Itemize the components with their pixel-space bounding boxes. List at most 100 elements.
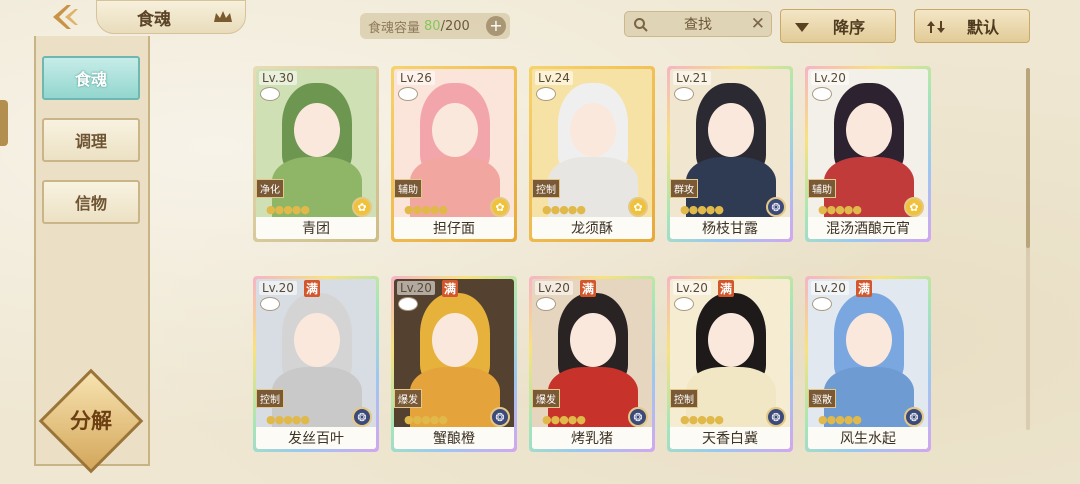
sort-mode-button[interactable]: 默认 [914,9,1030,43]
sort-arrows-icon [927,21,945,33]
sun-element-icon: ✿ [490,197,510,217]
card-bond-rating: ●●●●● [266,413,310,426]
emote-bubble-icon [674,87,694,101]
card-role-tag: 辅助 [394,179,422,198]
search-input[interactable]: 查找 ✕ [624,11,772,37]
portrait-face [294,313,340,367]
clear-search-icon[interactable]: ✕ [751,14,765,34]
card-role-tag: 群攻 [670,179,698,198]
card-role-tag: 爆发 [394,389,422,408]
max-badge: 满 [304,280,321,297]
sort-order-label: 降序 [832,18,865,37]
food-soul-card[interactable]: Lv.20 满爆发 ●●●●● ❂ 蟹酿橙 [391,276,517,452]
food-soul-card[interactable]: Lv.30 净化 ●●●●● ✿ 青团 [253,66,379,242]
scrollbar-thumb[interactable] [1026,68,1030,248]
card-name: 杨枝甘露 [670,217,790,239]
search-icon [634,18,648,32]
sort-order-button[interactable]: 降序 [780,9,896,43]
moon-element-icon: ❂ [766,407,786,427]
card-role-tag: 净化 [256,179,284,198]
card-inner: Lv.20 辅助 ●●●●● ✿ 混汤酒酿元宵 [808,69,928,239]
portrait-face [570,103,616,157]
search-placeholder: 查找 [684,17,712,33]
card-level: Lv.20 [259,281,297,295]
capacity-display: 食魂容量 80 /200 + [360,13,510,39]
portrait-face [846,313,892,367]
emote-bubble-icon [398,297,418,311]
card-name: 青团 [256,217,376,239]
max-badge: 满 [442,280,459,297]
card-name: 发丝百叶 [256,427,376,449]
sun-element-icon: ✿ [628,197,648,217]
food-soul-card[interactable]: Lv.20 辅助 ●●●●● ✿ 混汤酒酿元宵 [805,66,931,242]
moon-element-icon: ❂ [904,407,924,427]
emote-bubble-icon [536,297,556,311]
card-bond-rating: ●●●●● [266,203,310,216]
sun-element-icon: ✿ [904,197,924,217]
moon-element-icon: ❂ [766,197,786,217]
moon-element-icon: ❂ [352,407,372,427]
card-level: Lv.24 [535,71,573,85]
card-role-tag: 辅助 [808,179,836,198]
card-bond-rating: ●●●●● [542,413,586,426]
tab-conditioning-label: 调理 [74,132,107,151]
card-level: Lv.20 [397,281,435,295]
back-arrow-icon [53,5,78,29]
portrait-face [570,313,616,367]
portrait-face [708,103,754,157]
tab-food-souls[interactable]: 食魂 [42,56,140,100]
card-name: 龙须酥 [532,217,652,239]
portrait-face [432,313,478,367]
card-inner: Lv.20 满驱散 ●●●●● ❂ 风生水起 [808,279,928,449]
card-level: Lv.21 [673,71,711,85]
card-name: 风生水起 [808,427,928,449]
back-button[interactable] [38,2,96,32]
card-bond-rating: ●●●●● [542,203,586,216]
add-capacity-button[interactable]: + [486,16,506,36]
card-inner: Lv.26 辅助 ●●●●● ✿ 担仔面 [394,69,514,239]
card-name: 蟹酿橙 [394,427,514,449]
card-bond-rating: ●●●●● [680,203,724,216]
card-bond-rating: ●●●●● [404,413,448,426]
moon-element-icon: ❂ [628,407,648,427]
card-role-tag: 控制 [532,179,560,198]
portrait-face [708,313,754,367]
card-role-tag: 控制 [670,389,698,408]
card-inner: Lv.20 满控制 ●●●●● ❂ 天香白冀 [670,279,790,449]
card-bond-rating: ●●●●● [818,203,862,216]
portrait-face [432,103,478,157]
capacity-max: /200 [440,18,470,34]
page-title: 食魂 [137,9,171,30]
tab-tokens[interactable]: 信物 [42,180,140,224]
emote-bubble-icon [812,297,832,311]
card-bond-rating: ●●●●● [818,413,862,426]
card-inner: Lv.20 满控制 ●●●●● ❂ 发丝百叶 [256,279,376,449]
food-soul-card[interactable]: Lv.20 满驱散 ●●●●● ❂ 风生水起 [805,276,931,452]
tab-tokens-label: 信物 [74,194,107,213]
food-soul-card[interactable]: Lv.21 群攻 ●●●●● ❂ 杨枝甘露 [667,66,793,242]
card-level: Lv.26 [397,71,435,85]
capacity-current: 80 [424,18,441,34]
card-role-tag: 驱散 [808,389,836,408]
page-title-tab: 食魂 [96,0,246,34]
food-soul-card[interactable]: Lv.20 满控制 ●●●●● ❂ 发丝百叶 [253,276,379,452]
max-badge: 满 [718,280,735,297]
food-soul-card[interactable]: Lv.20 满爆发 ●●●●● ❂ 烤乳猪 [529,276,655,452]
card-level: Lv.20 [535,281,573,295]
food-soul-card[interactable]: Lv.20 满控制 ●●●●● ❂ 天香白冀 [667,276,793,452]
card-inner: Lv.20 满爆发 ●●●●● ❂ 蟹酿橙 [394,279,514,449]
card-name: 混汤酒酿元宵 [808,217,928,239]
card-level: Lv.20 [811,281,849,295]
sort-mode-label: 默认 [966,18,999,37]
card-inner: Lv.24 控制 ●●●●● ✿ 龙须酥 [532,69,652,239]
tab-conditioning[interactable]: 调理 [42,118,140,162]
decompose-label: 分解 [70,408,112,433]
food-soul-card[interactable]: Lv.26 辅助 ●●●●● ✿ 担仔面 [391,66,517,242]
food-soul-card[interactable]: Lv.24 控制 ●●●●● ✿ 龙须酥 [529,66,655,242]
card-inner: Lv.20 满爆发 ●●●●● ❂ 烤乳猪 [532,279,652,449]
left-edge-decoration [0,100,8,146]
card-role-tag: 爆发 [532,389,560,408]
tab-food-souls-label: 食魂 [74,70,107,89]
card-level: Lv.20 [673,281,711,295]
card-name: 天香白冀 [670,427,790,449]
